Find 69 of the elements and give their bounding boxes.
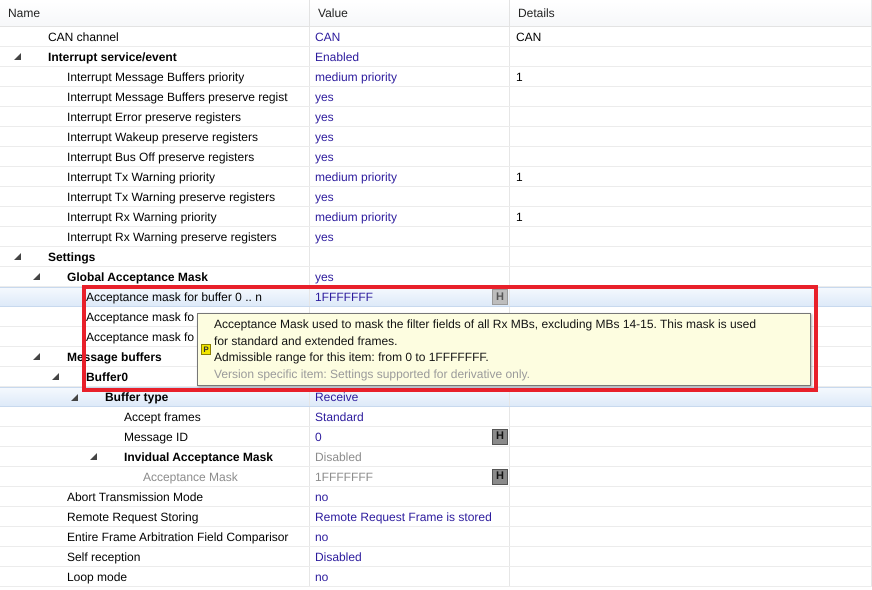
property-name: Interrupt Rx Warning priority xyxy=(67,210,217,224)
property-name: Self reception xyxy=(67,550,140,564)
property-value[interactable]: CAN xyxy=(315,30,340,44)
property-value[interactable]: 1FFFFFFF xyxy=(315,290,373,304)
property-value[interactable]: no xyxy=(315,530,328,544)
column-header-label[interactable]: Name xyxy=(0,0,310,26)
property-value[interactable]: yes xyxy=(315,90,334,104)
property-name: Remote Request Storing xyxy=(67,510,198,524)
property-value[interactable]: yes xyxy=(315,130,334,144)
property-value[interactable]: no xyxy=(315,490,328,504)
property-name: Interrupt Tx Warning priority xyxy=(67,170,216,184)
property-value[interactable]: Receive xyxy=(315,390,358,404)
property-name: Interrupt Error preserve registers xyxy=(67,110,242,124)
tooltip-note: Version specific item: Settings supported for derivative only. xyxy=(214,366,531,382)
property-value[interactable]: no xyxy=(315,570,328,584)
hex-mode-button[interactable]: H xyxy=(492,428,508,444)
property-value[interactable]: yes xyxy=(315,110,334,124)
property-value[interactable]: Remote Request Frame is stored xyxy=(315,510,492,524)
property-name: Acceptance mask fo xyxy=(86,310,194,324)
property-value[interactable]: 0 xyxy=(315,430,322,444)
collapse-arrow-icon[interactable] xyxy=(14,253,21,260)
tooltip-text: for standard and extended frames. xyxy=(214,332,398,349)
property-name: Acceptance Mask xyxy=(143,470,238,484)
property-name: Interrupt Rx Warning preserve registers xyxy=(67,230,277,244)
parameter-icon: P xyxy=(201,344,211,355)
property-value[interactable]: medium priority xyxy=(315,210,398,224)
property-name: Acceptance mask for buffer 0 .. n xyxy=(86,290,262,304)
property-value[interactable]: Disabled xyxy=(315,550,362,564)
collapse-arrow-icon[interactable] xyxy=(71,394,78,401)
property-value[interactable]: medium priority xyxy=(315,70,398,84)
collapse-arrow-icon[interactable] xyxy=(33,273,40,280)
property-name: Interrupt Tx Warning preserve registers xyxy=(67,190,276,204)
property-name: Acceptance mask fo xyxy=(86,330,194,344)
property-name: Interrupt Message Buffers priority xyxy=(67,70,244,84)
property-name: Buffer type xyxy=(105,390,168,404)
property-value[interactable]: medium priority xyxy=(315,170,398,184)
collapse-arrow-icon[interactable] xyxy=(14,53,21,60)
collapse-arrow-icon[interactable] xyxy=(33,353,40,360)
tooltip-text: Acceptance Mask used to mask the filter fields of all Rx MBs, excluding MBs 14-15. This mask is used xyxy=(214,316,758,332)
property-name: Entire Frame Arbitration Field Comparisor xyxy=(67,530,288,544)
collapse-arrow-icon[interactable] xyxy=(52,373,59,380)
tooltip-text: Admissible range for this item: from 0 to 1FFFFFFF. xyxy=(214,349,490,366)
property-details: 1 xyxy=(516,70,523,84)
property-value[interactable]: Standard xyxy=(315,410,364,424)
property-value[interactable]: yes xyxy=(315,190,334,204)
property-name: Loop mode xyxy=(67,570,128,584)
property-name: Interrupt Wakeup preserve registers xyxy=(67,130,258,144)
hex-mode-button[interactable]: H xyxy=(492,289,508,305)
property-value[interactable]: Enabled xyxy=(315,50,360,64)
property-name: Invidual Acceptance Mask xyxy=(124,450,273,464)
property-value[interactable]: yes xyxy=(315,270,334,284)
property-name: Message ID xyxy=(124,430,188,444)
property-name: Interrupt Bus Off preserve registers xyxy=(67,150,254,164)
property-details: 1 xyxy=(516,170,523,184)
property-name: Abort Transmission Mode xyxy=(67,490,204,504)
property-details: CAN xyxy=(516,30,542,44)
property-name: Buffer0 xyxy=(86,370,128,384)
property-name: Settings xyxy=(48,250,96,264)
column-header-label[interactable]: Value xyxy=(310,0,510,26)
column-header-label[interactable]: Details xyxy=(510,0,872,26)
property-name: CAN channel xyxy=(48,30,119,44)
property-name: Interrupt service/event xyxy=(48,50,177,64)
property-details: 1 xyxy=(516,210,523,224)
property-value[interactable]: yes xyxy=(315,150,334,164)
property-value[interactable]: yes xyxy=(315,230,334,244)
property-name: Global Acceptance Mask xyxy=(67,270,208,284)
selected-row[interactable]: Acceptance mask for buffer 0 .. n 1FFFFFFF H xyxy=(0,287,872,307)
property-name: Accept frames xyxy=(124,410,201,424)
property-name: Interrupt Message Buffers preserve regist xyxy=(67,90,288,104)
